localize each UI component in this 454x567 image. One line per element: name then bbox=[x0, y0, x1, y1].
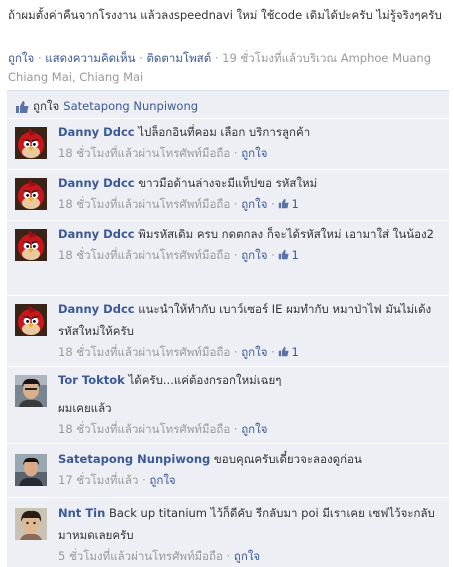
like-count: 1 bbox=[291, 248, 299, 262]
like-count: 1 bbox=[291, 197, 299, 211]
comment-like-link[interactable]: ถูกใจ bbox=[241, 146, 267, 160]
comment-time: 18 ชั่วโมงที่แล้วผ่านโทรศัพท์มือถือ bbox=[58, 248, 231, 262]
comment-meta: 18 ชั่วโมงที่แล้วผ่านโทรศัพท์มือถือ · ถู… bbox=[58, 419, 443, 439]
comment-like-count[interactable]: 1 bbox=[278, 343, 299, 359]
comment-item: Satetapong Nunpiwong ขอบคุณครับเดี๋ยวจะล… bbox=[7, 443, 449, 496]
comment-text: ไปล็อกอินที่คอม เลือก บริการลูกค้า bbox=[134, 125, 311, 139]
comment-body: Danny Ddcc พิมรหัสเดิม ครบ กดตกลง ก็จะได… bbox=[58, 223, 443, 265]
comment-content: Danny Ddcc ขาวมือด้านล่างจะมีแท็ปขอ รหัส… bbox=[58, 172, 443, 194]
comment-like-link[interactable]: ถูกใจ bbox=[234, 549, 260, 563]
like-count: 1 bbox=[291, 345, 299, 359]
comment-meta: 18 ชั่วโมงที่แล้วผ่านโทรศัพท์มือถือ · ถู… bbox=[58, 245, 443, 265]
comment-like-count[interactable]: 1 bbox=[278, 246, 299, 262]
likes-row: ถูกใจ Satetapong Nunpiwong bbox=[7, 91, 449, 119]
comment-like-link[interactable]: ถูกใจ bbox=[149, 473, 175, 487]
comment-item: Tor Toktok ได้ครับ...แค่ต้องกรอกใหม่เฉยๆ… bbox=[7, 366, 449, 442]
separator-dot: · bbox=[267, 197, 279, 211]
comment-author-link[interactable]: Danny Ddcc bbox=[58, 227, 135, 241]
comment-author-link[interactable]: Danny Ddcc bbox=[58, 302, 135, 316]
post-comment-link[interactable]: แสดงความคิดเห็น bbox=[45, 51, 135, 65]
comment-content: Danny Ddcc แนะนำให้ทำกับ เบาว์เซอร์ IE ผ… bbox=[58, 298, 443, 342]
likes-label: ถูกใจ bbox=[33, 99, 60, 113]
comment-item: Danny Ddcc แนะนำให้ทำกับ เบาว์เซอร์ IE ผ… bbox=[7, 295, 449, 365]
comment-author-link[interactable]: Danny Ddcc bbox=[58, 125, 135, 139]
comment-text: พิมรหัสเดิม ครบ กดตกลง ก็จะได้รหัสใหม่ เ… bbox=[134, 227, 434, 241]
separator-dot: · bbox=[230, 345, 242, 359]
comment-text-extra: ผมเคยแล้ว bbox=[58, 401, 112, 415]
angry-bird-avatar[interactable] bbox=[15, 304, 47, 336]
post-actions: ถูกใจ · แสดงความคิดเห็น · ติดตามโพสต์ · … bbox=[8, 49, 450, 87]
comment-content: Nnt Tin Back up titanium ไว้ก็ดีคับ รีกล… bbox=[58, 502, 443, 546]
comment-text: ขาวมือด้านล่างจะมีแท็ปขอ รหัสใหม่ bbox=[134, 176, 318, 190]
comment-author-link[interactable]: Satetapong Nunpiwong bbox=[58, 452, 210, 466]
angry-bird-avatar[interactable] bbox=[15, 178, 47, 210]
comment-like-link[interactable]: ถูกใจ bbox=[241, 248, 267, 262]
comment-like-count[interactable]: 1 bbox=[278, 195, 299, 211]
separator-dot: · bbox=[139, 51, 143, 65]
nnt-avatar[interactable] bbox=[15, 508, 47, 540]
separator-dot: · bbox=[230, 146, 242, 160]
comment-item: Danny Ddcc พิมรหัสเดิม ครบ กดตกลง ก็จะได… bbox=[7, 220, 449, 294]
satetapong-avatar[interactable] bbox=[15, 454, 47, 486]
thumbs-up-icon bbox=[278, 246, 290, 260]
comment-meta: 17 ชั่วโมงที่แล้ว · ถูกใจ bbox=[58, 470, 443, 490]
separator-dot: · bbox=[267, 248, 279, 262]
tor-avatar[interactable] bbox=[15, 375, 47, 407]
post-text: ถ้าผมตั้งค่าคืนจากโรงงาน แล้วลงspeednavi… bbox=[8, 8, 442, 22]
comment-time: 18 ชั่วโมงที่แล้วผ่านโทรศัพท์มือถือ bbox=[58, 197, 231, 211]
comment-item: Nnt Tin Back up titanium ไว้ก็ดีคับ รีกล… bbox=[7, 497, 449, 567]
comment-author-link[interactable]: Tor Toktok bbox=[58, 373, 125, 387]
comment-time: 18 ชั่วโมงที่แล้วผ่านโทรศัพท์มือถือ bbox=[58, 345, 231, 359]
thumbs-up-icon bbox=[15, 99, 29, 113]
comment-time: 18 ชั่วโมงที่แล้วผ่านโทรศัพท์มือถือ bbox=[58, 146, 231, 160]
comment-like-link[interactable]: ถูกใจ bbox=[241, 345, 267, 359]
separator-dot: · bbox=[222, 549, 234, 563]
comment-meta: 5 ชั่วโมงที่แล้วผ่านโทรศัพท์มือถือ · ถูก… bbox=[58, 546, 443, 566]
thumbs-up-icon bbox=[278, 195, 290, 209]
comment-like-link[interactable]: ถูกใจ bbox=[241, 422, 267, 436]
separator-dot: · bbox=[214, 51, 219, 65]
angry-bird-avatar[interactable] bbox=[15, 127, 47, 159]
comment-meta: 18 ชั่วโมงที่แล้วผ่านโทรศัพท์มือถือ · ถู… bbox=[58, 342, 443, 362]
comment-text: Back up titanium ไว้ก็ดีคับ รีกลับมา poi… bbox=[58, 506, 435, 542]
comment-text: ขอบคุณครับเดี๋ยวจะลองดูก่อน bbox=[210, 452, 362, 466]
separator-dot: · bbox=[138, 473, 150, 487]
comment-content: Tor Toktok ได้ครับ...แค่ต้องกรอกใหม่เฉยๆ bbox=[58, 369, 443, 391]
comment-body: Satetapong Nunpiwong ขอบคุณครับเดี๋ยวจะล… bbox=[58, 448, 443, 490]
comment-time: 17 ชั่วโมงที่แล้ว bbox=[58, 473, 139, 487]
comment-content: Danny Ddcc ไปล็อกอินที่คอม เลือก บริการล… bbox=[58, 121, 443, 143]
comment-body: Tor Toktok ได้ครับ...แค่ต้องกรอกใหม่เฉยๆ… bbox=[58, 369, 443, 439]
separator-dot: · bbox=[230, 197, 242, 211]
comment-content: Satetapong Nunpiwong ขอบคุณครับเดี๋ยวจะล… bbox=[58, 448, 443, 470]
separator-dot: · bbox=[230, 422, 242, 436]
thumbs-up-icon bbox=[278, 343, 290, 357]
comment-body: Nnt Tin Back up titanium ไว้ก็ดีคับ รีกล… bbox=[58, 502, 443, 566]
comment-body: Danny Ddcc แนะนำให้ทำกับ เบาว์เซอร์ IE ผ… bbox=[58, 298, 443, 362]
comment-content: Danny Ddcc พิมรหัสเดิม ครบ กดตกลง ก็จะได… bbox=[58, 223, 443, 245]
comment-meta: 18 ชั่วโมงที่แล้วผ่านโทรศัพท์มือถือ · ถู… bbox=[58, 143, 443, 163]
comment-time: 18 ชั่วโมงที่แล้วผ่านโทรศัพท์มือถือ bbox=[58, 422, 231, 436]
angry-bird-avatar[interactable] bbox=[15, 229, 47, 261]
comment-author-link[interactable]: Danny Ddcc bbox=[58, 176, 135, 190]
comment-text: ได้ครับ...แค่ต้องกรอกใหม่เฉยๆ bbox=[124, 373, 282, 387]
separator-dot: · bbox=[267, 345, 279, 359]
comment-author-link[interactable]: Nnt Tin bbox=[58, 506, 105, 520]
comments-panel: ถูกใจ Satetapong Nunpiwong Danny Ddcc ไป… bbox=[7, 90, 449, 567]
comment-meta: 18 ชั่วโมงที่แล้วผ่านโทรศัพท์มือถือ · ถู… bbox=[58, 194, 443, 214]
comment-time: 5 ชั่วโมงที่แล้วผ่านโทรศัพท์มือถือ bbox=[58, 549, 223, 563]
likes-user-link[interactable]: Satetapong Nunpiwong bbox=[63, 95, 198, 117]
comment-body: Danny Ddcc ขาวมือด้านล่างจะมีแท็ปขอ รหัส… bbox=[58, 172, 443, 214]
comment-body: Danny Ddcc ไปล็อกอินที่คอม เลือก บริการล… bbox=[58, 121, 443, 163]
separator-dot: · bbox=[37, 51, 42, 65]
comment-item: Danny Ddcc ขาวมือด้านล่างจะมีแท็ปขอ รหัส… bbox=[7, 169, 449, 219]
separator-dot: · bbox=[230, 248, 242, 262]
post-like-link[interactable]: ถูกใจ bbox=[8, 51, 34, 65]
comment-like-link[interactable]: ถูกใจ bbox=[241, 197, 267, 211]
post-follow-link[interactable]: ติดตามโพสต์ bbox=[146, 51, 211, 65]
comment-item: Danny Ddcc ไปล็อกอินที่คอม เลือก บริการล… bbox=[7, 118, 449, 168]
